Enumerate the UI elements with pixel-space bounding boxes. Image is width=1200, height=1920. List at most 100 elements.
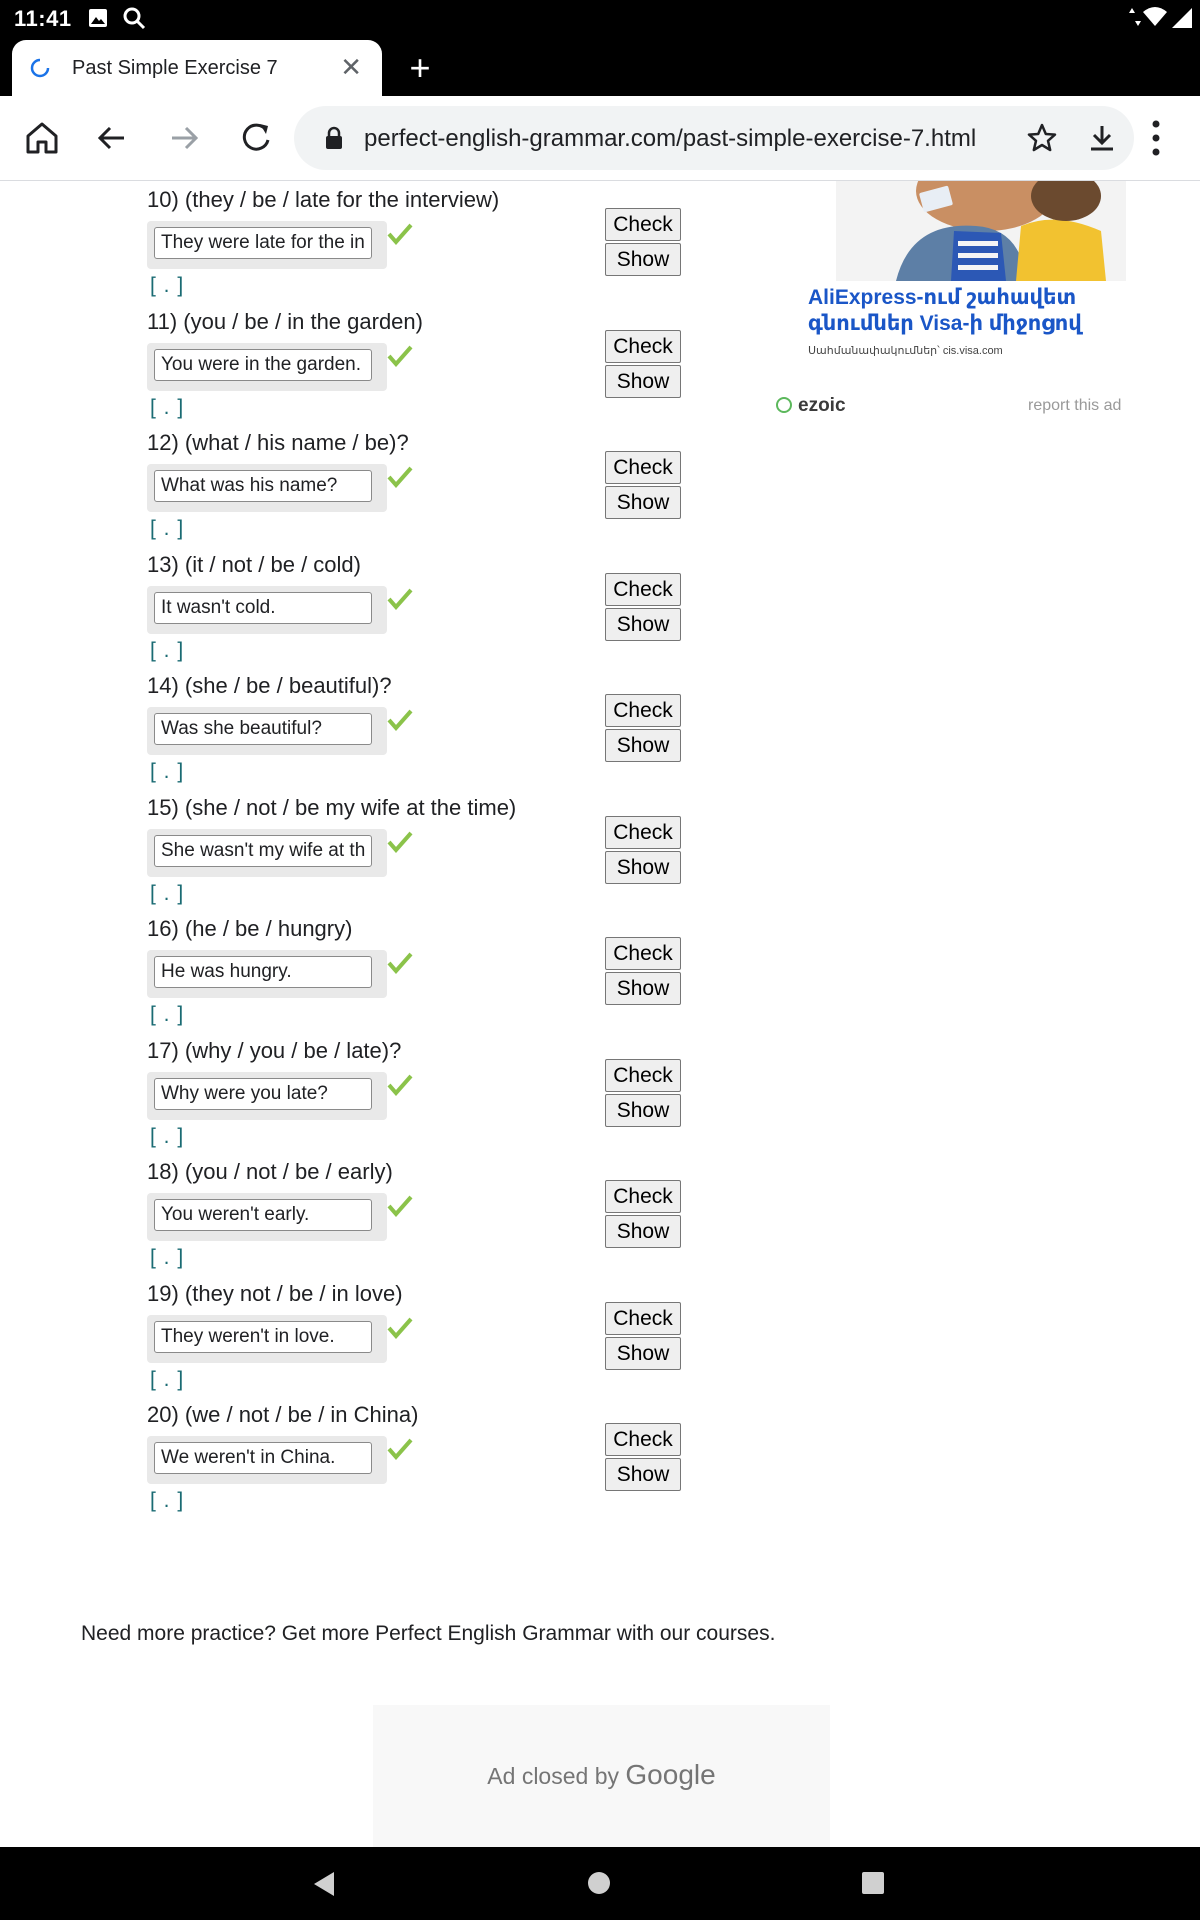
loading-spinner-icon	[30, 58, 50, 78]
reload-icon[interactable]	[234, 116, 278, 160]
hint-brackets[interactable]: [ . ]	[150, 1125, 184, 1149]
show-button[interactable]: Show	[605, 1458, 681, 1491]
correct-check-icon	[387, 1317, 413, 1339]
correct-check-icon	[387, 831, 413, 853]
system-navigation-bar	[0, 1847, 1200, 1920]
answer-field-wrapper	[147, 343, 387, 391]
answer-input[interactable]	[154, 1442, 372, 1474]
correct-check-icon	[387, 588, 413, 610]
correct-check-icon	[387, 1195, 413, 1217]
question-label: 15) (she / not / be my wife at the time)	[147, 795, 517, 820]
answer-input[interactable]	[154, 227, 372, 259]
answer-input[interactable]	[154, 956, 372, 988]
check-button[interactable]: Check	[605, 816, 681, 849]
question-label: 10) (they / be / late for the interview)	[147, 187, 500, 212]
hint-brackets[interactable]: [ . ]	[150, 1489, 184, 1513]
ad-closed-prefix: Ad closed by	[487, 1763, 619, 1789]
check-button[interactable]: Check	[605, 1423, 681, 1456]
show-button[interactable]: Show	[605, 608, 681, 641]
lock-icon	[326, 126, 342, 149]
recents-nav-icon[interactable]	[862, 1872, 884, 1894]
answer-field-wrapper	[147, 707, 387, 755]
address-bar[interactable]: perfect-english-grammar.com/past-simple-…	[294, 106, 1134, 170]
ezoic-icon	[776, 397, 792, 413]
show-button[interactable]: Show	[605, 972, 681, 1005]
correct-check-icon	[387, 952, 413, 974]
home-nav-icon[interactable]	[587, 1871, 611, 1895]
show-button[interactable]: Show	[605, 365, 681, 398]
question-label: 11) (you / be / in the garden)	[147, 309, 423, 334]
download-icon[interactable]	[1086, 122, 1118, 154]
question-label: 17) (why / you / be / late)?	[147, 1038, 402, 1063]
new-tab-icon[interactable]: +	[400, 48, 440, 88]
answer-input[interactable]	[154, 1078, 372, 1110]
show-button[interactable]: Show	[605, 243, 681, 276]
show-button[interactable]: Show	[605, 729, 681, 762]
check-button[interactable]: Check	[605, 694, 681, 727]
answer-field-wrapper	[147, 1193, 387, 1241]
show-button[interactable]: Show	[605, 486, 681, 519]
answer-field-wrapper	[147, 1315, 387, 1363]
question-label: 18) (you / not / be / early)	[147, 1159, 393, 1184]
show-button[interactable]: Show	[605, 1094, 681, 1127]
ezoic-logo[interactable]: ezoic	[776, 395, 846, 417]
status-bar: 11:41	[0, 0, 1200, 36]
check-button[interactable]: Check	[605, 1302, 681, 1335]
check-button[interactable]: Check	[605, 208, 681, 241]
practice-text: Need more practice? Get more Perfect Eng…	[81, 1622, 776, 1645]
question-label: 14) (she / be / beautiful)?	[147, 673, 392, 698]
bookmark-star-icon[interactable]	[1026, 122, 1058, 154]
advertisement-banner[interactable]: AliExpress-ում շահավետ գնումներ Visa-ի մ…	[786, 181, 1146, 421]
check-button[interactable]: Check	[605, 573, 681, 606]
status-time: 11:41	[14, 6, 72, 31]
report-ad-link[interactable]: report this ad	[1028, 397, 1121, 415]
show-button[interactable]: Show	[605, 1337, 681, 1370]
check-button[interactable]: Check	[605, 937, 681, 970]
hint-brackets[interactable]: [ . ]	[150, 396, 184, 420]
hint-brackets[interactable]: [ . ]	[150, 760, 184, 784]
ad-subtext: Սահմանափակումներ՝ cis.visa.com	[808, 345, 1003, 357]
answer-input[interactable]	[154, 470, 372, 502]
answer-input[interactable]	[154, 713, 372, 745]
answer-input[interactable]	[154, 1321, 372, 1353]
check-button[interactable]: Check	[605, 1059, 681, 1092]
hint-brackets[interactable]: [ . ]	[150, 274, 184, 298]
check-button[interactable]: Check	[605, 330, 681, 363]
check-button[interactable]: Check	[605, 451, 681, 484]
ad-headline[interactable]: AliExpress-ում շահավետ գնումներ Visa-ի մ…	[808, 285, 1138, 337]
show-button[interactable]: Show	[605, 1215, 681, 1248]
more-options-icon[interactable]	[1150, 118, 1162, 158]
tab-active[interactable]: Past Simple Exercise 7 ✕	[12, 40, 382, 96]
answer-field-wrapper	[147, 950, 387, 998]
home-icon[interactable]	[20, 116, 64, 160]
answer-field-wrapper	[147, 221, 387, 269]
answer-field-wrapper	[147, 1436, 387, 1484]
answer-field-wrapper	[147, 586, 387, 634]
correct-check-icon	[387, 1074, 413, 1096]
answer-input[interactable]	[154, 349, 372, 381]
correct-check-icon	[387, 345, 413, 367]
hint-brackets[interactable]: [ . ]	[150, 1368, 184, 1392]
url-text[interactable]: perfect-english-grammar.com/past-simple-…	[364, 125, 976, 153]
ad-photo	[836, 181, 1126, 281]
correct-check-icon	[387, 1438, 413, 1460]
back-nav-icon[interactable]	[312, 1870, 338, 1898]
close-tab-icon[interactable]: ✕	[340, 54, 362, 80]
hint-brackets[interactable]: [ . ]	[150, 639, 184, 663]
hint-brackets[interactable]: [ . ]	[150, 1246, 184, 1270]
hint-brackets[interactable]: [ . ]	[150, 1003, 184, 1027]
question-label: 16) (he / be / hungry)	[147, 916, 353, 941]
answer-input[interactable]	[154, 1199, 372, 1231]
correct-check-icon	[387, 709, 413, 731]
hint-brackets[interactable]: [ . ]	[150, 517, 184, 541]
tab-strip: Past Simple Exercise 7 ✕ +	[0, 36, 1200, 96]
show-button[interactable]: Show	[605, 851, 681, 884]
answer-input[interactable]	[154, 835, 372, 867]
forward-arrow-icon[interactable]	[162, 116, 206, 160]
answer-input[interactable]	[154, 592, 372, 624]
check-button[interactable]: Check	[605, 1180, 681, 1213]
data-arrows-icon	[1129, 8, 1141, 26]
tab-title: Past Simple Exercise 7	[72, 57, 278, 79]
hint-brackets[interactable]: [ . ]	[150, 882, 184, 906]
back-arrow-icon[interactable]	[90, 116, 134, 160]
